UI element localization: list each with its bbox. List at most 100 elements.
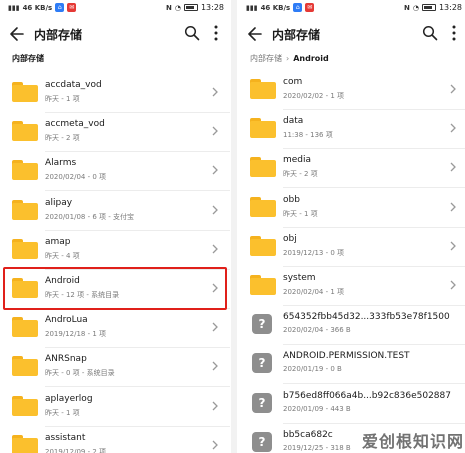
chevron-right-icon bbox=[450, 202, 456, 212]
item-meta: 2020/02/04 - 0 项 bbox=[45, 173, 107, 182]
list-item[interactable]: aplayerlog 昨天 - 1 项 bbox=[0, 388, 230, 427]
folder-icon bbox=[250, 196, 276, 217]
back-arrow-icon[interactable] bbox=[9, 24, 25, 44]
chevron-right-icon bbox=[212, 87, 218, 97]
list-item[interactable]: obb 昨天 - 1 项 bbox=[238, 189, 465, 228]
unknown-file-icon: ? bbox=[252, 353, 272, 374]
right-screen: ▮▮▮ 46 KB/s ⌂ ✉ N ◔ 13:28 内部存储 内部存储 › An… bbox=[238, 0, 465, 453]
breadcrumb: 内部存储 bbox=[12, 53, 44, 64]
folder-icon bbox=[250, 157, 276, 178]
page-title: 内部存储 bbox=[272, 28, 321, 42]
list-item[interactable]: accdata_vod 昨天 - 1 项 bbox=[0, 74, 230, 113]
item-name: com bbox=[283, 77, 303, 87]
chevron-right-icon bbox=[212, 322, 218, 332]
folder-icon bbox=[250, 275, 276, 295]
folder-icon bbox=[12, 238, 38, 259]
chevron-right-icon bbox=[450, 162, 456, 172]
breadcrumb-item-root[interactable]: 内部存储 bbox=[12, 53, 44, 64]
item-name: assistant bbox=[45, 432, 86, 443]
list-item[interactable]: data 11:38 - 136 项 bbox=[238, 110, 465, 150]
breadcrumb-item-android[interactable]: Android bbox=[293, 54, 329, 63]
folder-icon bbox=[12, 199, 38, 220]
list-item[interactable]: alipay 2020/01/08 - 6 项 - 支付宝 bbox=[0, 192, 230, 231]
item-meta: 2020/01/09 - 443 B bbox=[283, 404, 351, 413]
notification-icon: ⌂ bbox=[293, 3, 303, 12]
item-name: AndroLua bbox=[45, 315, 88, 326]
wifi-icon: ◔ bbox=[412, 3, 419, 12]
signal-icon: ▮▮▮ bbox=[246, 3, 258, 12]
status-time: 13:28 bbox=[200, 3, 224, 12]
item-name: obj bbox=[283, 233, 297, 244]
item-meta: 11:38 - 136 项 bbox=[283, 131, 333, 140]
list-item[interactable]: ? 654352fbb45d32...333fb53e78f1500 2020/02… bbox=[238, 306, 465, 346]
notification-icon: ⌂ bbox=[55, 3, 65, 12]
item-name: b756ed8ff066a4b...b92c836e502887 bbox=[283, 390, 451, 401]
status-right: N ◔ 13:28 bbox=[166, 3, 224, 12]
list-item[interactable]: com 2020/02/02 - 1 项 bbox=[238, 71, 465, 110]
status-right: N ◔ 13:28 bbox=[404, 3, 462, 12]
list-item[interactable]: AndroLua 2019/12/18 - 1 项 bbox=[0, 309, 230, 349]
page-title: 内部存储 bbox=[34, 28, 83, 42]
item-meta: 2019/12/13 - 0 项 bbox=[283, 248, 345, 257]
notification-badge-icon: ✉ bbox=[67, 3, 77, 12]
item-name: obb bbox=[283, 194, 300, 205]
list-item[interactable]: amap 昨天 - 4 项 bbox=[0, 231, 230, 270]
chevron-right-icon bbox=[212, 126, 218, 136]
item-name: ANDROID.PERMISSION.TEST bbox=[283, 351, 410, 362]
item-name: bb5ca682c bbox=[283, 429, 333, 440]
more-vertical-icon[interactable] bbox=[212, 24, 220, 42]
back-arrow-icon[interactable] bbox=[247, 24, 263, 44]
chevron-right-icon bbox=[212, 401, 218, 411]
signal-icon: ▮▮▮ bbox=[8, 3, 20, 12]
search-icon[interactable] bbox=[422, 25, 438, 41]
nfc-icon: N bbox=[165, 3, 172, 12]
folder-icon bbox=[12, 356, 38, 377]
chevron-right-icon bbox=[212, 244, 218, 254]
more-vertical-icon[interactable] bbox=[450, 24, 458, 42]
app-bar: 内部存储 bbox=[0, 19, 230, 49]
chevron-right-icon bbox=[450, 123, 456, 133]
search-icon[interactable] bbox=[184, 25, 200, 41]
folder-icon bbox=[12, 82, 38, 102]
item-meta: 昨天 - 4 项 bbox=[45, 251, 80, 260]
chevron-right-icon bbox=[212, 165, 218, 175]
list-item[interactable]: ? ANDROID.PERMISSION.TEST 2020/01/19 - 0 B bbox=[238, 345, 465, 385]
list-item[interactable]: media 昨天 - 2 项 bbox=[238, 149, 465, 189]
status-bar: ▮▮▮ 46 KB/s ⌂ ✉ N ◔ 13:28 bbox=[0, 0, 230, 16]
status-left: ▮▮▮ 46 KB/s ⌂ ✉ bbox=[8, 3, 77, 12]
status-time: 13:28 bbox=[438, 3, 462, 12]
chevron-right-icon bbox=[450, 241, 456, 251]
chevron-right-icon bbox=[212, 205, 218, 215]
list-item[interactable]: obj 2019/12/13 - 0 项 bbox=[238, 228, 465, 267]
breadcrumb-separator-icon: › bbox=[286, 54, 290, 63]
nfc-icon: N bbox=[403, 3, 410, 12]
chevron-right-icon bbox=[450, 84, 456, 94]
divider bbox=[231, 0, 237, 453]
item-meta: 昨天 - 0 项 - 系统目录 bbox=[45, 369, 115, 378]
status-bar: ▮▮▮ 46 KB/s ⌂ ✉ N ◔ 13:28 bbox=[238, 0, 465, 16]
folder-icon bbox=[12, 160, 38, 181]
folder-icon bbox=[250, 235, 276, 256]
item-meta: 2020/01/19 - 0 B bbox=[283, 365, 342, 374]
list-item[interactable]: ANRSnap 昨天 - 0 项 - 系统目录 bbox=[0, 348, 230, 388]
status-left: ▮▮▮ 46 KB/s ⌂ ✉ bbox=[246, 3, 315, 12]
list-item[interactable]: assistant 2019/12/09 - 2 项 bbox=[0, 427, 230, 453]
list-item[interactable]: accmeta_vod 昨天 - 2 项 bbox=[0, 113, 230, 153]
item-name: ANRSnap bbox=[45, 354, 87, 365]
speed-text: 46 KB/s bbox=[22, 3, 53, 12]
chevron-right-icon bbox=[450, 280, 456, 290]
item-meta: 2020/02/02 - 1 项 bbox=[283, 92, 345, 100]
list-item[interactable]: ? b756ed8ff066a4b...b92c836e502887 2020/01… bbox=[238, 385, 465, 424]
unknown-file-icon: ? bbox=[252, 314, 272, 335]
item-name: aplayerlog bbox=[45, 393, 93, 404]
list-item[interactable]: system 2020/02/04 - 1 项 bbox=[238, 267, 465, 306]
unknown-file-icon: ? bbox=[252, 431, 272, 452]
wifi-icon: ◔ bbox=[174, 3, 181, 12]
item-name: accmeta_vod bbox=[45, 119, 105, 130]
item-name: accdata_vod bbox=[45, 80, 102, 90]
speed-text: 46 KB/s bbox=[260, 3, 291, 12]
breadcrumb-item-root[interactable]: 内部存储 bbox=[250, 53, 282, 64]
list-item[interactable]: Alarms 2020/02/04 - 0 项 bbox=[0, 152, 230, 192]
folder-icon bbox=[12, 395, 38, 416]
item-name: Alarms bbox=[45, 158, 77, 169]
